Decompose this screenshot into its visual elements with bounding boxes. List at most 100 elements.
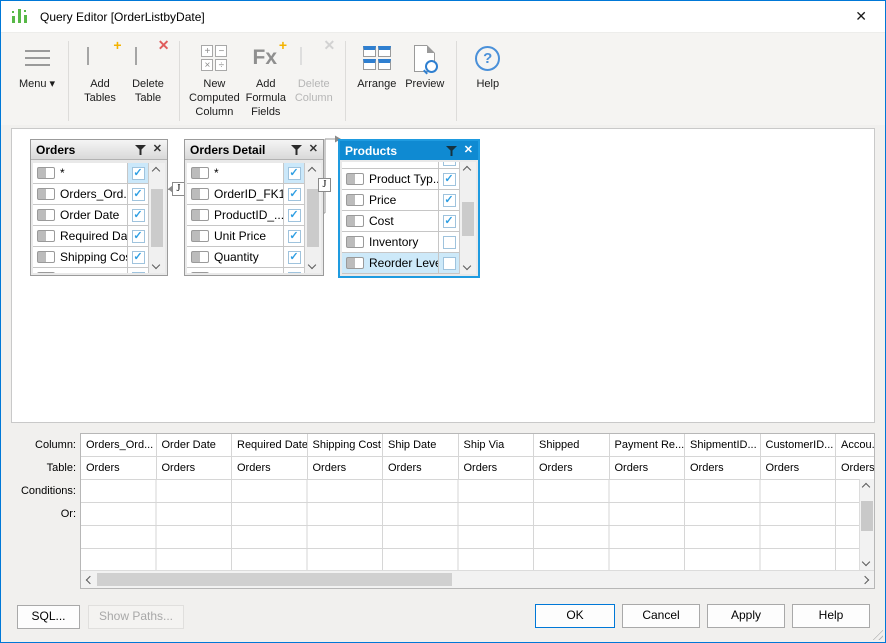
panel-scrollbar[interactable] (459, 162, 476, 274)
field-row[interactable]: Unit Price✓ (187, 226, 304, 247)
scroll-down-icon[interactable] (152, 261, 160, 269)
field-row[interactable]: Orders_Ord...✓ (33, 184, 148, 205)
help-button[interactable]: ? Help (466, 41, 510, 92)
grid-column-cell[interactable]: Accou... (836, 434, 875, 457)
new-computed-column-button[interactable]: +−×÷ New Computed Column (189, 41, 240, 119)
field-row[interactable]: Quantity✓ (187, 247, 304, 268)
panel-header-orders-detail[interactable]: Orders Detail ✕ (185, 140, 323, 160)
field-checkbox[interactable]: ✓ (288, 209, 301, 222)
grid-column-cell[interactable]: ShipmentID... (685, 434, 761, 457)
scroll-down-icon[interactable] (862, 558, 870, 566)
panel-scrollbar[interactable] (148, 163, 165, 273)
field-checkbox[interactable]: ✓ (132, 209, 145, 222)
grid-table-cell[interactable]: Orders (610, 457, 686, 480)
resize-grip[interactable] (870, 627, 883, 640)
grid-table-cell[interactable]: Orders (459, 457, 535, 480)
window-close-icon[interactable]: ✕ (849, 6, 873, 27)
scrollbar-thumb[interactable] (861, 501, 873, 531)
field-checkbox[interactable] (132, 272, 145, 274)
preview-button[interactable]: Preview (403, 41, 447, 92)
field-checkbox[interactable] (443, 162, 456, 166)
query-diagram-canvas[interactable]: Orders ✕ *✓ Orders_Ord...✓ Order Date✓ R… (11, 128, 875, 423)
field-row-partial[interactable]: Ship Date (33, 268, 148, 273)
grid-table-cell[interactable]: Orders (308, 457, 384, 480)
grid-column-cell[interactable]: Shipping Cost (308, 434, 384, 457)
field-checkbox[interactable] (443, 236, 456, 249)
table-panel-orders-detail[interactable]: Orders Detail ✕ *✓ OrderID_FK1✓ ProductI… (184, 139, 324, 276)
grid-column-cell[interactable]: Order Date (157, 434, 233, 457)
table-panel-orders[interactable]: Orders ✕ *✓ Orders_Ord...✓ Order Date✓ R… (30, 139, 168, 276)
field-checkbox[interactable]: ✓ (288, 167, 301, 180)
cancel-button[interactable]: Cancel (622, 604, 700, 628)
grid-column-cell[interactable]: Shipped (534, 434, 610, 457)
field-row[interactable]: ProductID_...✓ (187, 205, 304, 226)
add-formula-fields-button[interactable]: Fx+ Add Formula Fields (244, 41, 288, 119)
field-row-partial[interactable]: Discount (187, 268, 304, 273)
field-row[interactable]: Inventory (342, 232, 459, 253)
field-row-selected[interactable]: Reorder Level (342, 253, 459, 274)
filter-icon[interactable] (446, 146, 457, 156)
grid-table-cell[interactable]: Orders (81, 457, 157, 480)
grid-table-cell[interactable]: Orders (157, 457, 233, 480)
field-row[interactable]: Price✓ (342, 190, 459, 211)
field-row[interactable]: Product Typ...✓ (342, 169, 459, 190)
grid-table-cell[interactable]: Orders (534, 457, 610, 480)
scroll-down-icon[interactable] (463, 262, 471, 270)
join-label[interactable]: J (318, 178, 331, 192)
grid-table-cell[interactable]: Orders (761, 457, 837, 480)
scroll-up-icon[interactable] (862, 483, 870, 491)
field-row-partial[interactable] (342, 162, 459, 169)
ok-button[interactable]: OK (535, 604, 615, 628)
field-checkbox[interactable]: ✓ (443, 173, 456, 186)
table-panel-products[interactable]: Products ✕ Product Typ...✓ Price✓ Cost✓ … (338, 139, 480, 278)
field-checkbox[interactable]: ✓ (288, 230, 301, 243)
field-row[interactable]: OrderID_FK1✓ (187, 184, 304, 205)
field-row[interactable]: Required Date✓ (33, 226, 148, 247)
close-icon[interactable]: ✕ (464, 145, 473, 156)
scroll-up-icon[interactable] (152, 167, 160, 175)
field-checkbox[interactable] (443, 257, 456, 270)
scroll-down-icon[interactable] (308, 261, 316, 269)
sql-button[interactable]: SQL... (17, 605, 80, 629)
grid-table-cell[interactable]: Orders (383, 457, 459, 480)
grid-table-cell[interactable]: Orders (685, 457, 761, 480)
arrange-button[interactable]: Arrange (355, 41, 399, 92)
field-row[interactable]: Shipping Cost✓ (33, 247, 148, 268)
close-icon[interactable]: ✕ (153, 144, 162, 155)
scroll-left-icon[interactable] (86, 576, 94, 584)
field-checkbox[interactable]: ✓ (132, 251, 145, 264)
field-checkbox[interactable]: ✓ (132, 230, 145, 243)
apply-button[interactable]: Apply (707, 604, 785, 628)
grid-horizontal-scrollbar[interactable] (81, 570, 874, 588)
grid-vertical-scrollbar[interactable] (859, 479, 874, 570)
field-row[interactable]: *✓ (187, 163, 304, 184)
grid-column-cell[interactable]: Ship Date (383, 434, 459, 457)
grid-table-cell[interactable]: Orders (836, 457, 875, 480)
panel-header-products[interactable]: Products ✕ (340, 141, 478, 160)
grid-column-cell[interactable]: CustomerID... (761, 434, 837, 457)
field-checkbox[interactable]: ✓ (132, 188, 145, 201)
grid-column-cell[interactable]: Required Date (232, 434, 308, 457)
grid-column-cell[interactable]: Ship Via (459, 434, 535, 457)
field-checkbox[interactable]: ✓ (132, 167, 145, 180)
add-tables-button[interactable]: + Add Tables (78, 41, 122, 106)
filter-icon[interactable] (135, 145, 146, 155)
panel-header-orders[interactable]: Orders ✕ (31, 140, 167, 160)
field-row[interactable]: Order Date✓ (33, 205, 148, 226)
scrollbar-thumb[interactable] (97, 573, 452, 586)
scroll-right-icon[interactable] (861, 576, 869, 584)
menu-button[interactable]: Menu ▾ (15, 41, 59, 92)
scrollbar-thumb[interactable] (151, 189, 163, 247)
delete-table-button[interactable]: ✕ Delete Table (126, 41, 170, 106)
field-row[interactable]: Cost✓ (342, 211, 459, 232)
field-checkbox[interactable]: ✓ (443, 194, 456, 207)
grid-column-cell[interactable]: Payment Re... (610, 434, 686, 457)
grid-column-cell[interactable]: Orders_Ord... (81, 434, 157, 457)
grid-table-cell[interactable]: Orders (232, 457, 308, 480)
field-checkbox[interactable]: ✓ (443, 215, 456, 228)
scrollbar-thumb[interactable] (462, 202, 474, 236)
grid-empty-rows[interactable] (81, 480, 875, 572)
field-checkbox[interactable]: ✓ (288, 251, 301, 264)
field-checkbox[interactable] (288, 272, 301, 274)
scroll-up-icon[interactable] (463, 166, 471, 174)
